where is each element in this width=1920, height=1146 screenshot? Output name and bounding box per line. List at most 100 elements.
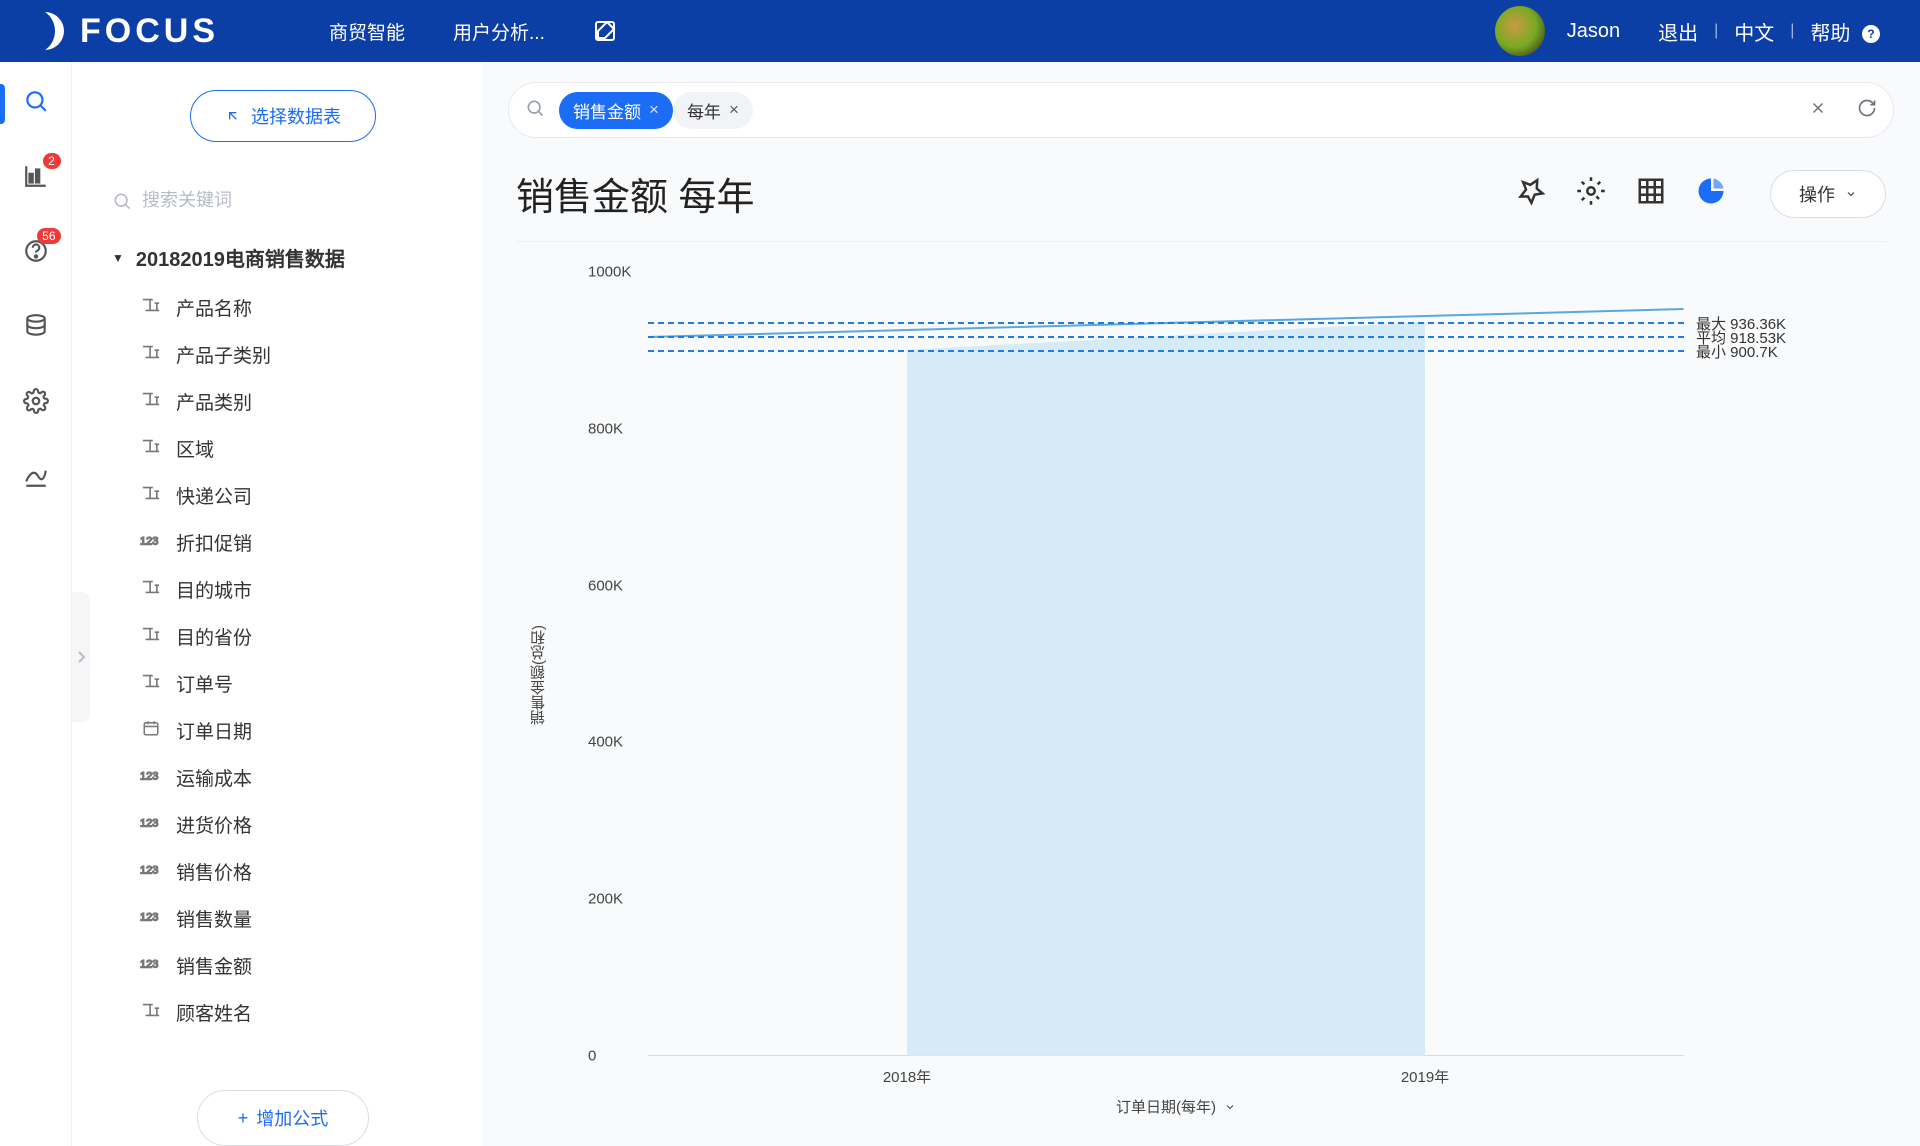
clear-query-icon[interactable]	[1809, 99, 1827, 122]
nav-item-bi[interactable]: 商贸智能	[329, 18, 405, 45]
y-axis-title: 销售金额(总和)	[528, 625, 549, 725]
text-field-icon	[140, 343, 162, 367]
panel-expand-handle[interactable]	[72, 592, 90, 722]
main-area: 销售金额×每年× 销售金额 每年	[482, 62, 1920, 1146]
text-field-icon	[140, 437, 162, 461]
arrow-up-left-icon	[225, 108, 241, 124]
field-label: 运输成本	[176, 764, 252, 791]
field-label: 折扣促销	[176, 529, 252, 556]
language-link[interactable]: 中文	[1734, 17, 1774, 46]
query-pill-bar[interactable]: 销售金额×每年×	[508, 82, 1894, 138]
keyword-search-input[interactable]	[142, 190, 454, 211]
y-axis-tick: 600K	[588, 577, 623, 594]
select-table-button[interactable]: 选择数据表	[190, 90, 376, 142]
reference-line	[648, 336, 1684, 338]
operations-button[interactable]: 操作	[1770, 170, 1886, 218]
chevron-down-icon	[1845, 188, 1857, 200]
svg-text:123: 123	[140, 958, 158, 970]
nav-item-user-analysis[interactable]: 用户分析...	[453, 18, 545, 45]
pin-icon[interactable]	[1516, 176, 1546, 211]
query-pill[interactable]: 每年×	[673, 92, 753, 129]
field-label: 进货价格	[176, 811, 252, 838]
y-axis-tick: 400K	[588, 734, 623, 751]
chart-view-icon[interactable]	[1696, 176, 1726, 211]
svg-text:123: 123	[140, 864, 158, 876]
rail-search-icon[interactable]	[23, 88, 49, 119]
svg-text:123: 123	[140, 535, 158, 547]
x-axis-tick: 2019年	[1401, 1066, 1449, 1087]
field-item[interactable]: 顾客姓名	[140, 995, 454, 1030]
field-item[interactable]: 订单日期	[140, 713, 454, 748]
chevron-down-icon	[1224, 1101, 1236, 1113]
edit-icon[interactable]	[593, 19, 617, 43]
caret-down-icon: ▼	[112, 251, 124, 265]
logo-icon	[24, 10, 66, 52]
field-item[interactable]: 目的省份	[140, 619, 454, 654]
field-item[interactable]: 订单号	[140, 666, 454, 701]
field-item[interactable]: 123销售金额	[140, 948, 454, 983]
field-item[interactable]: 123 折扣促销	[140, 525, 454, 560]
rail-chart-icon[interactable]: 2	[23, 163, 49, 194]
svg-text:123: 123	[140, 770, 158, 782]
brand-name: FOCUS	[80, 12, 219, 51]
rail-settings-icon[interactable]	[23, 388, 49, 419]
help-link[interactable]: 帮助 ?	[1810, 17, 1880, 46]
num-field-icon: 123	[140, 531, 162, 555]
field-label: 目的城市	[176, 576, 252, 603]
avatar[interactable]	[1495, 6, 1545, 56]
y-axis-tick: 1000K	[588, 264, 631, 281]
chart-area	[907, 322, 1425, 1056]
field-item[interactable]: 区域	[140, 431, 454, 466]
text-field-icon	[140, 578, 162, 602]
text-field-icon	[140, 390, 162, 414]
rail-question-badge: 56	[37, 228, 60, 244]
field-label: 销售价格	[176, 858, 252, 885]
field-item[interactable]: 123 进货价格	[140, 807, 454, 842]
field-item[interactable]: 目的城市	[140, 572, 454, 607]
field-label: 订单号	[176, 670, 233, 697]
rail-database-icon[interactable]	[23, 313, 49, 344]
num-field-icon: 123	[140, 860, 162, 884]
query-pill[interactable]: 销售金额×	[559, 92, 673, 129]
logout-link[interactable]: 退出	[1658, 17, 1698, 46]
field-item[interactable]: 产品类别	[140, 384, 454, 419]
field-item[interactable]: 123 销售价格	[140, 854, 454, 889]
y-axis-tick: 800K	[588, 420, 623, 437]
settings-gear-icon[interactable]	[1576, 176, 1606, 211]
field-label: 销售数量	[176, 905, 252, 932]
dataset-title[interactable]: ▼ 20182019电商销售数据	[112, 243, 454, 272]
remove-pill-icon[interactable]: ×	[729, 100, 739, 120]
field-item[interactable]: 产品子类别	[140, 337, 454, 372]
field-item[interactable]: 123 销售数量	[140, 901, 454, 936]
text-field-icon	[140, 672, 162, 696]
refresh-icon[interactable]	[1857, 98, 1877, 123]
num-field-icon: 123	[140, 907, 162, 931]
table-view-icon[interactable]	[1636, 176, 1666, 211]
page-title: 销售金额 每年	[516, 166, 1486, 221]
field-item[interactable]: 快递公司	[140, 478, 454, 513]
svg-text:123: 123	[140, 911, 158, 923]
help-icon: ?	[1862, 25, 1880, 43]
chart: 0200K400K600K800K1000K最大 936.36K平均 918.5…	[508, 252, 1894, 1146]
field-label: 目的省份	[176, 623, 252, 650]
field-item[interactable]: 产品名称	[140, 290, 454, 325]
keyword-search[interactable]	[112, 190, 454, 211]
num-field-icon: 123	[140, 813, 162, 837]
reference-line-label: 最小 900.7K	[1696, 341, 1778, 362]
field-list: 产品名称产品子类别产品类别区域快递公司 123 折扣促销目的城市目的省份订单号订单日…	[112, 290, 454, 1030]
user-name[interactable]: Jason	[1567, 20, 1620, 43]
rail-question-icon[interactable]: 56	[23, 238, 49, 269]
date-field-icon	[140, 719, 162, 743]
add-formula-button[interactable]: + 增加公式	[197, 1090, 370, 1146]
field-item[interactable]: 123 运输成本	[140, 760, 454, 795]
remove-pill-icon[interactable]: ×	[649, 100, 659, 120]
x-axis-title[interactable]: 订单日期(每年)	[1116, 1096, 1236, 1117]
y-axis-tick: 0	[588, 1048, 596, 1065]
rail-trend-icon[interactable]	[23, 463, 49, 494]
brand[interactable]: FOCUS	[24, 10, 219, 52]
text-field-icon	[140, 1001, 162, 1025]
icon-rail: 2 56	[0, 62, 72, 1146]
num-field-icon: 123	[140, 954, 162, 978]
plus-icon: +	[238, 1108, 249, 1129]
field-label: 订单日期	[176, 717, 252, 744]
